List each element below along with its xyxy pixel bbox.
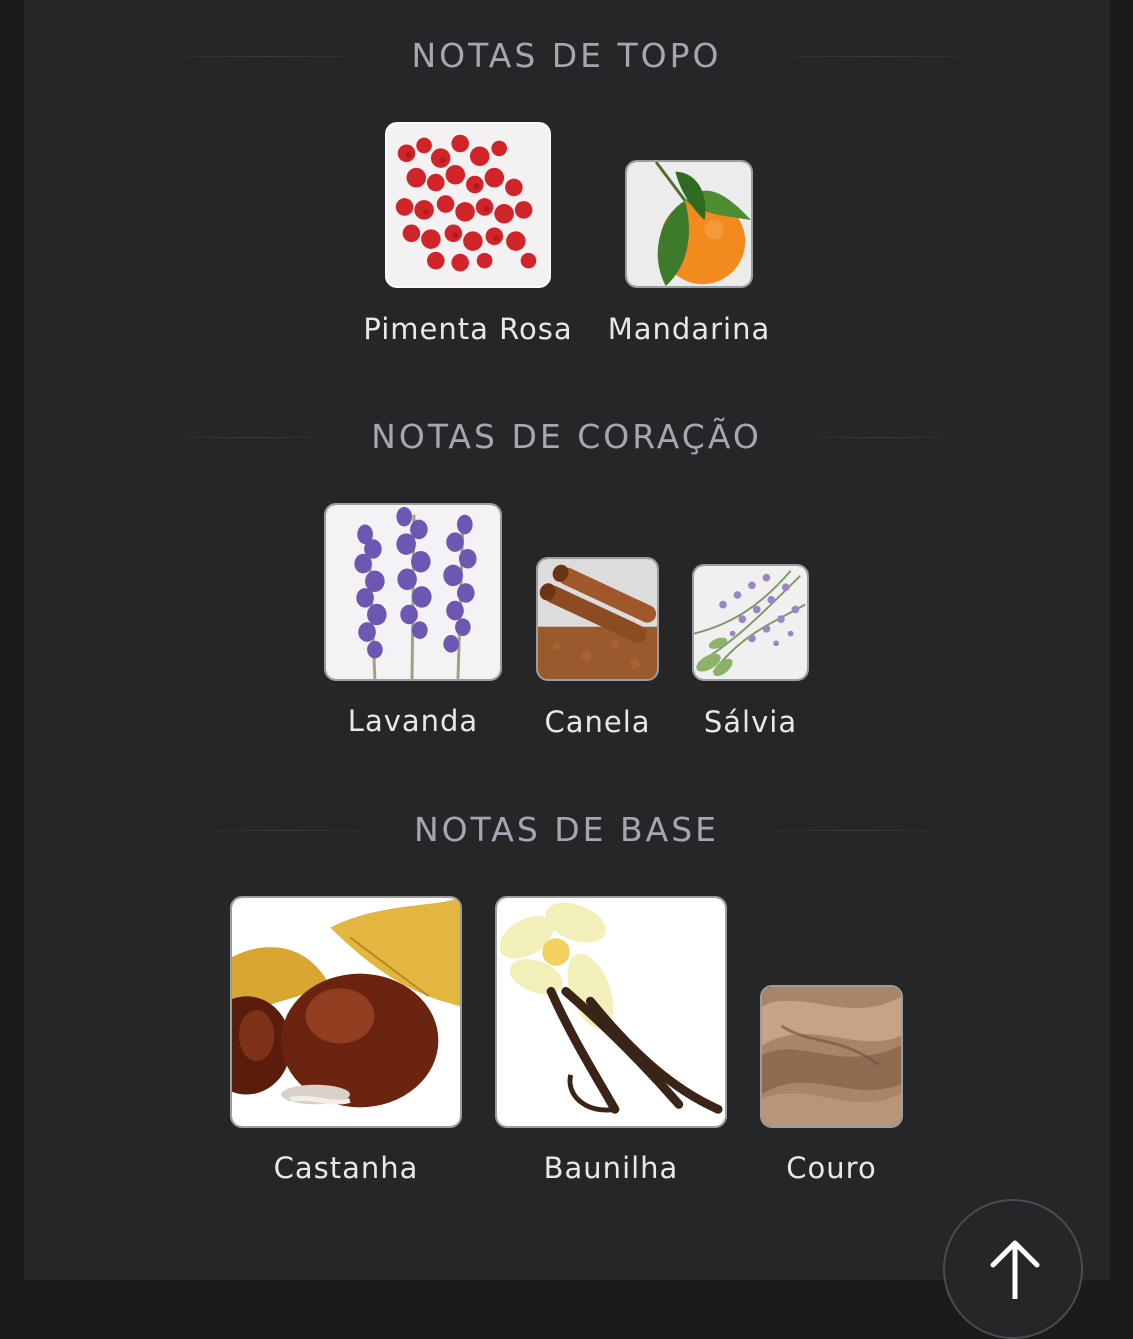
arrow-up-icon — [990, 1240, 1040, 1299]
mandarin-icon — [625, 160, 753, 288]
vanilla-icon — [495, 896, 727, 1128]
cinnamon-icon — [536, 557, 659, 681]
note-label: Couro — [786, 1151, 877, 1185]
note-label: Mandarina — [607, 312, 771, 346]
section-title: NOTAS DE CORAÇÃO — [371, 417, 762, 456]
scroll-top-button[interactable] — [943, 1199, 1083, 1339]
section-header-top-notes: NOTAS DE TOPO — [0, 31, 1133, 81]
note-label: Sálvia — [703, 705, 798, 739]
section-title: NOTAS DE BASE — [413, 810, 720, 849]
section-header-base-notes: NOTAS DE BASE — [0, 805, 1133, 855]
note-label: Castanha — [273, 1151, 419, 1185]
section-header-heart-notes: NOTAS DE CORAÇÃO — [0, 412, 1133, 462]
sage-icon — [692, 564, 809, 681]
lavender-icon — [324, 503, 502, 681]
leather-icon — [760, 985, 903, 1128]
section-title: NOTAS DE TOPO — [411, 36, 722, 75]
pink-pepper-icon — [385, 122, 551, 288]
chestnut-icon — [230, 896, 462, 1128]
